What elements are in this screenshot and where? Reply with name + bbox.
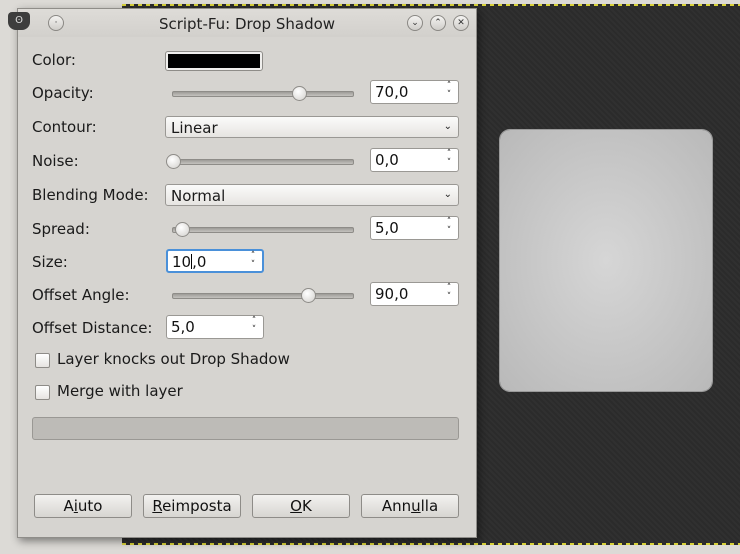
ok-button[interactable]: OK <box>252 494 350 518</box>
maximize-icon[interactable]: ⌃ <box>430 15 446 31</box>
color-label: Color: <box>32 51 76 69</box>
size-spinbox[interactable]: 10,0 ˄ ˅ <box>166 249 264 273</box>
noise-slider[interactable] <box>166 154 354 169</box>
spread-value[interactable]: 5,0 <box>375 219 399 237</box>
spin-arrows-icon[interactable]: ˄ ˅ <box>247 252 259 272</box>
offset-angle-slider[interactable] <box>172 288 354 303</box>
offset-angle-spinbox[interactable]: 90,0 ˄ ˅ <box>370 282 459 306</box>
blending-mode-label: Blending Mode: <box>32 186 149 204</box>
blending-mode-dropdown[interactable]: Normal ⌄ <box>165 184 459 206</box>
noise-spinbox[interactable]: 0,0 ˄ ˅ <box>370 148 459 172</box>
spin-arrows-icon[interactable]: ˄ ˅ <box>248 317 260 337</box>
chevron-down-icon: ⌄ <box>443 189 452 200</box>
noise-value[interactable]: 0,0 <box>375 151 399 169</box>
cancel-button[interactable]: Annulla <box>361 494 459 518</box>
offset-angle-label: Offset Angle: <box>32 286 130 304</box>
opacity-label: Opacity: <box>32 84 94 102</box>
spread-slider-knob[interactable] <box>175 222 190 237</box>
noise-label: Noise: <box>32 152 79 170</box>
merge-with-layer-checkbox[interactable] <box>35 385 50 400</box>
noise-slider-knob[interactable] <box>166 154 181 169</box>
offset-distance-label: Offset Distance: <box>32 319 153 337</box>
spin-arrows-icon[interactable]: ˄ ˅ <box>443 150 455 170</box>
contour-dropdown[interactable]: Linear ⌄ <box>165 116 459 138</box>
opacity-slider[interactable] <box>172 86 354 101</box>
spread-slider[interactable] <box>172 222 354 237</box>
opacity-spinbox[interactable]: 70,0 ˄ ˅ <box>370 80 459 104</box>
size-label: Size: <box>32 253 68 271</box>
close-icon[interactable]: ✕ <box>453 15 469 31</box>
offset-distance-value[interactable]: 5,0 <box>171 318 195 336</box>
contour-value: Linear <box>171 119 218 137</box>
progress-bar <box>32 417 459 440</box>
spread-label: Spread: <box>32 220 90 238</box>
spin-arrows-icon[interactable]: ˄ ˅ <box>443 218 455 238</box>
reset-button[interactable]: Reimposta <box>143 494 241 518</box>
offset-angle-value[interactable]: 90,0 <box>375 285 408 303</box>
image-preview-layer <box>500 130 712 391</box>
drop-shadow-dialog: ʘ · Script-Fu: Drop Shadow ⌄ ⌃ ✕ Color: … <box>8 8 477 538</box>
chevron-down-icon: ⌄ <box>443 121 452 132</box>
offset-distance-spinbox[interactable]: 5,0 ˄ ˅ <box>166 315 264 339</box>
layer-knocks-out-checkbox[interactable] <box>35 353 50 368</box>
color-swatch-fill <box>168 54 260 68</box>
minimize-icon[interactable]: ⌄ <box>407 15 423 31</box>
blending-mode-value: Normal <box>171 187 226 205</box>
layer-knocks-out-label[interactable]: Layer knocks out Drop Shadow <box>57 350 290 368</box>
merge-with-layer-label[interactable]: Merge with layer <box>57 382 183 400</box>
title-bar[interactable]: ʘ · Script-Fu: Drop Shadow ⌄ ⌃ ✕ <box>8 9 476 37</box>
color-button[interactable] <box>165 51 263 71</box>
size-value[interactable]: 10,0 <box>172 253 206 271</box>
spread-spinbox[interactable]: 5,0 ˄ ˅ <box>370 216 459 240</box>
opacity-slider-knob[interactable] <box>292 86 307 101</box>
contour-label: Contour: <box>32 118 97 136</box>
spin-arrows-icon[interactable]: ˄ ˅ <box>443 284 455 304</box>
help-button[interactable]: Aiuto <box>34 494 132 518</box>
opacity-value[interactable]: 70,0 <box>375 83 408 101</box>
offset-angle-slider-knob[interactable] <box>301 288 316 303</box>
spin-arrows-icon[interactable]: ˄ ˅ <box>443 82 455 102</box>
